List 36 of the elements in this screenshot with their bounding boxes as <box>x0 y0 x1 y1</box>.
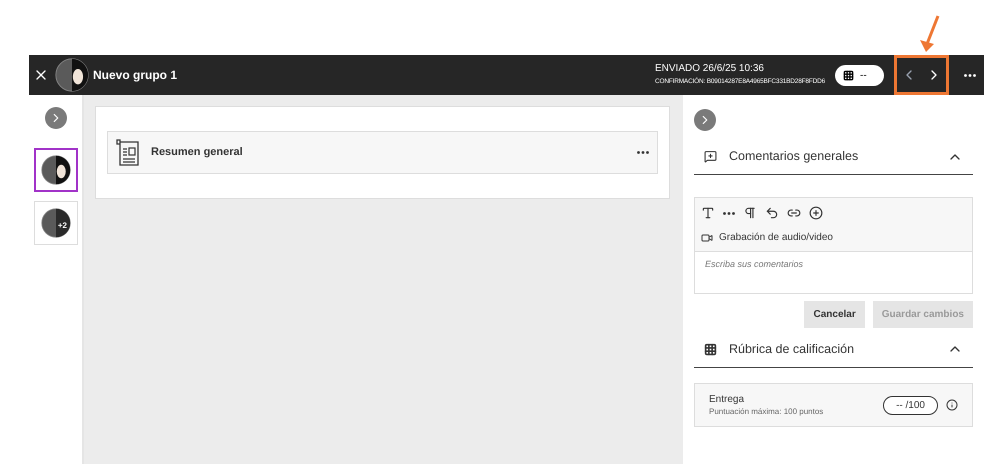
item-title: Resumen general <box>151 145 243 160</box>
max-points: Puntuación máxima: 100 puntos <box>709 406 824 418</box>
action-button[interactable]: Cancelar <box>804 301 865 328</box>
avatar-icon <box>41 208 71 238</box>
grade-pill[interactable]: -- <box>835 64 884 86</box>
comment-field[interactable]: Escriba sus comentarios <box>694 252 973 294</box>
section-title: Comentarios generales <box>729 148 858 166</box>
expand-button[interactable] <box>45 107 67 129</box>
video-icon <box>701 232 713 244</box>
paragraph-icon <box>743 206 757 220</box>
media-button[interactable]: Grabación de audio/video <box>701 230 833 245</box>
insert-icon <box>809 206 823 220</box>
score-field[interactable]: -- /100 <box>883 396 938 414</box>
more-icon <box>964 74 976 76</box>
text-style-icon <box>701 206 715 220</box>
window-title: Nuevo grupo 1 <box>93 67 178 84</box>
rubric-icon <box>843 70 854 80</box>
expand-button[interactable] <box>694 109 716 131</box>
avatar-icon <box>41 155 71 185</box>
more-icon <box>723 212 735 214</box>
comment-icon <box>704 150 717 163</box>
section-header[interactable]: Rúbrica de calificación <box>694 331 973 368</box>
criterion-title: Entrega <box>709 392 746 406</box>
annotation-arrow <box>918 14 942 54</box>
summary-row[interactable]: Resumen general <box>107 131 658 174</box>
info-icon <box>946 399 958 411</box>
section-header[interactable]: Comentarios generales <box>694 139 973 175</box>
submitted-date: ENVIADO 26/6/25 10:36 <box>655 62 765 76</box>
member-count: +2 <box>58 222 67 230</box>
section-title: Rúbrica de calificación <box>729 340 854 358</box>
member-card[interactable] <box>34 148 78 192</box>
more-icon <box>637 151 649 154</box>
undo-icon <box>765 206 779 220</box>
member-card[interactable]: +2 <box>34 201 78 245</box>
avatar-icon <box>55 58 89 92</box>
rubric-icon <box>704 342 717 356</box>
